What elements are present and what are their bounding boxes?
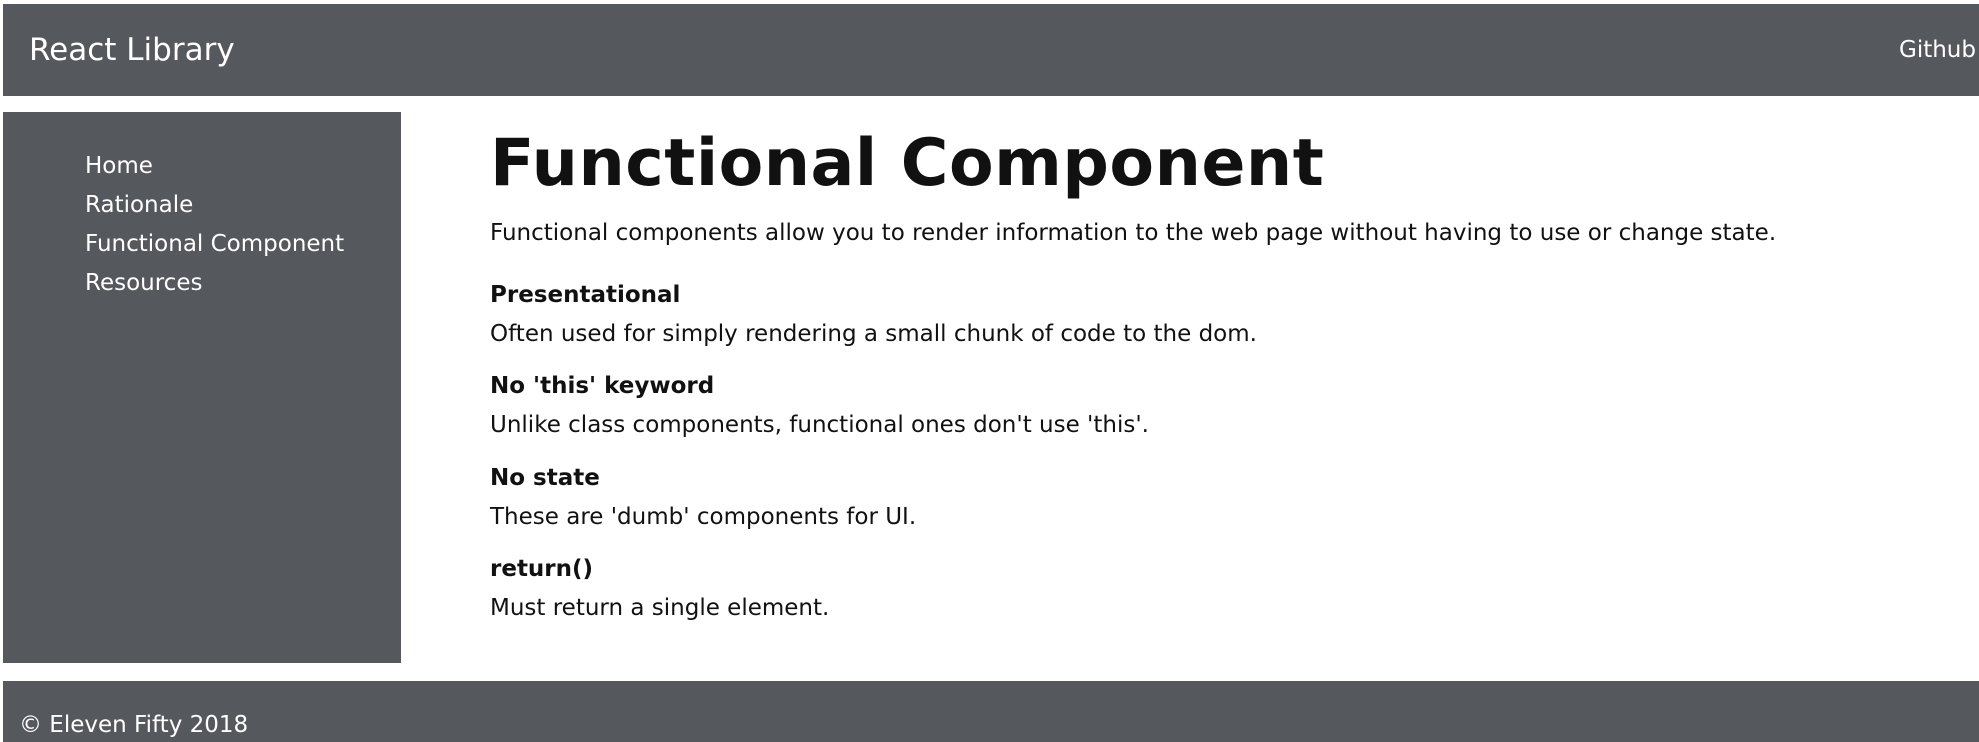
footer: © Eleven Fifty 2018: [3, 681, 1979, 742]
feature-description: These are 'dumb' components for UI.: [490, 504, 917, 530]
feature-description: Often used for simply rendering a small …: [490, 321, 1257, 347]
brand-link[interactable]: React Library: [29, 4, 235, 96]
sidebar-item-home[interactable]: Home: [85, 147, 344, 186]
sidebar-item-rationale[interactable]: Rationale: [85, 186, 344, 225]
sidebar-item-functional-component[interactable]: Functional Component: [85, 225, 344, 264]
feature-presentational: Presentational Often used for simply ren…: [490, 279, 1257, 350]
feature-no-state: No state These are 'dumb' components for…: [490, 462, 916, 533]
feature-title: No 'this' keyword: [490, 373, 715, 399]
feature-no-this-keyword: No 'this' keyword Unlike class component…: [490, 370, 1149, 441]
page: React Library Github Home Rationale Func…: [0, 0, 1979, 742]
sidebar-nav: Home Rationale Functional Component Reso…: [85, 147, 344, 303]
feature-title: return(): [490, 556, 594, 582]
feature-description: Must return a single element.: [490, 595, 830, 621]
intro-text: Functional components allow you to rende…: [490, 220, 1777, 246]
sidebar-item-resources[interactable]: Resources: [85, 264, 344, 303]
top-navbar: React Library Github: [3, 4, 1979, 96]
copyright-text: © Eleven Fifty 2018: [19, 712, 249, 738]
feature-description: Unlike class components, functional ones…: [490, 412, 1149, 438]
page-title: Functional Component: [490, 126, 1325, 201]
sidebar: Home Rationale Functional Component Reso…: [3, 112, 401, 663]
github-link[interactable]: Github: [1899, 4, 1976, 96]
feature-return: return() Must return a single element.: [490, 553, 829, 624]
feature-title: Presentational: [490, 282, 681, 308]
feature-title: No state: [490, 465, 600, 491]
